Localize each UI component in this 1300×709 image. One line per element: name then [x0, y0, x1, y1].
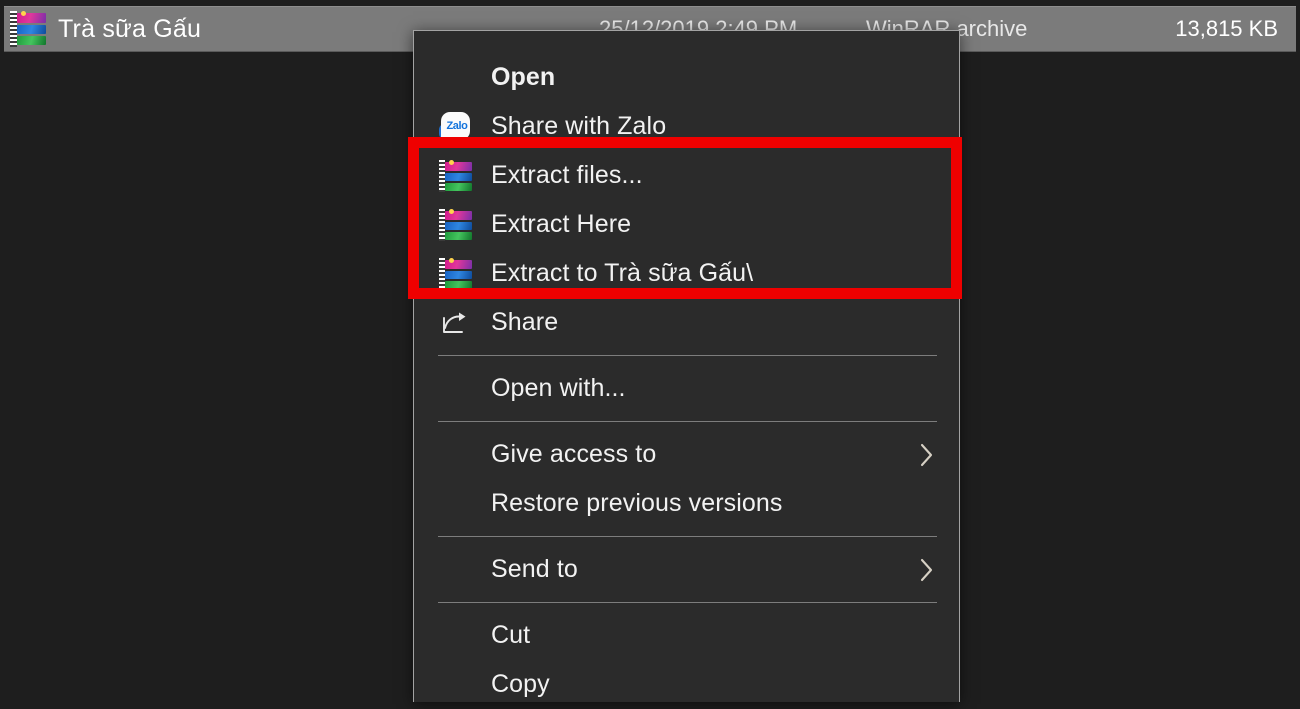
chevron-right-icon — [915, 440, 937, 470]
menu-item-share[interactable]: Share — [414, 298, 959, 347]
menu-item-label: Give access to — [491, 440, 656, 469]
share-icon — [436, 306, 474, 340]
menu-item-extract-files[interactable]: Extract files... — [414, 151, 959, 200]
menu-item-share-with-zalo[interactable]: Zalo Share with Zalo — [414, 102, 959, 151]
menu-item-give-access-to[interactable]: Give access to — [414, 430, 959, 479]
menu-item-label: Extract files... — [491, 161, 643, 190]
menu-item-label: Share — [491, 308, 558, 337]
menu-item-label: Send to — [491, 555, 578, 584]
menu-item-label: Copy — [491, 670, 550, 699]
menu-separator — [438, 421, 937, 422]
file-name: Trà sữa Gấu — [58, 15, 201, 44]
menu-item-label: Open — [491, 63, 555, 92]
menu-item-label: Restore previous versions — [491, 489, 783, 518]
menu-item-open-with[interactable]: Open with... — [414, 364, 959, 413]
winrar-archive-icon — [436, 208, 474, 242]
menu-item-label: Cut — [491, 621, 530, 650]
menu-item-label: Share with Zalo — [491, 112, 666, 141]
menu-separator — [438, 355, 937, 356]
menu-item-open[interactable]: Open — [414, 53, 959, 102]
menu-item-copy[interactable]: Copy — [414, 660, 959, 709]
menu-item-extract-to-folder[interactable]: Extract to Trà sữa Gấu\ — [414, 249, 959, 298]
chevron-right-icon — [915, 555, 937, 585]
menu-item-restore-previous-versions[interactable]: Restore previous versions — [414, 479, 959, 528]
menu-item-extract-here[interactable]: Extract Here — [414, 200, 959, 249]
zalo-icon: Zalo — [436, 110, 474, 144]
context-menu: Open Zalo Share with Zalo Extract files.… — [413, 30, 960, 702]
winrar-archive-icon — [10, 11, 46, 47]
menu-item-label: Extract to Trà sữa Gấu\ — [491, 259, 753, 288]
menu-separator — [438, 602, 937, 603]
winrar-archive-icon — [436, 159, 474, 193]
menu-item-send-to[interactable]: Send to — [414, 545, 959, 594]
file-size: 13,815 KB — [1175, 16, 1278, 42]
menu-item-label: Open with... — [491, 374, 626, 403]
menu-item-label: Extract Here — [491, 210, 631, 239]
winrar-archive-icon — [436, 257, 474, 291]
menu-separator — [438, 536, 937, 537]
menu-item-cut[interactable]: Cut — [414, 611, 959, 660]
